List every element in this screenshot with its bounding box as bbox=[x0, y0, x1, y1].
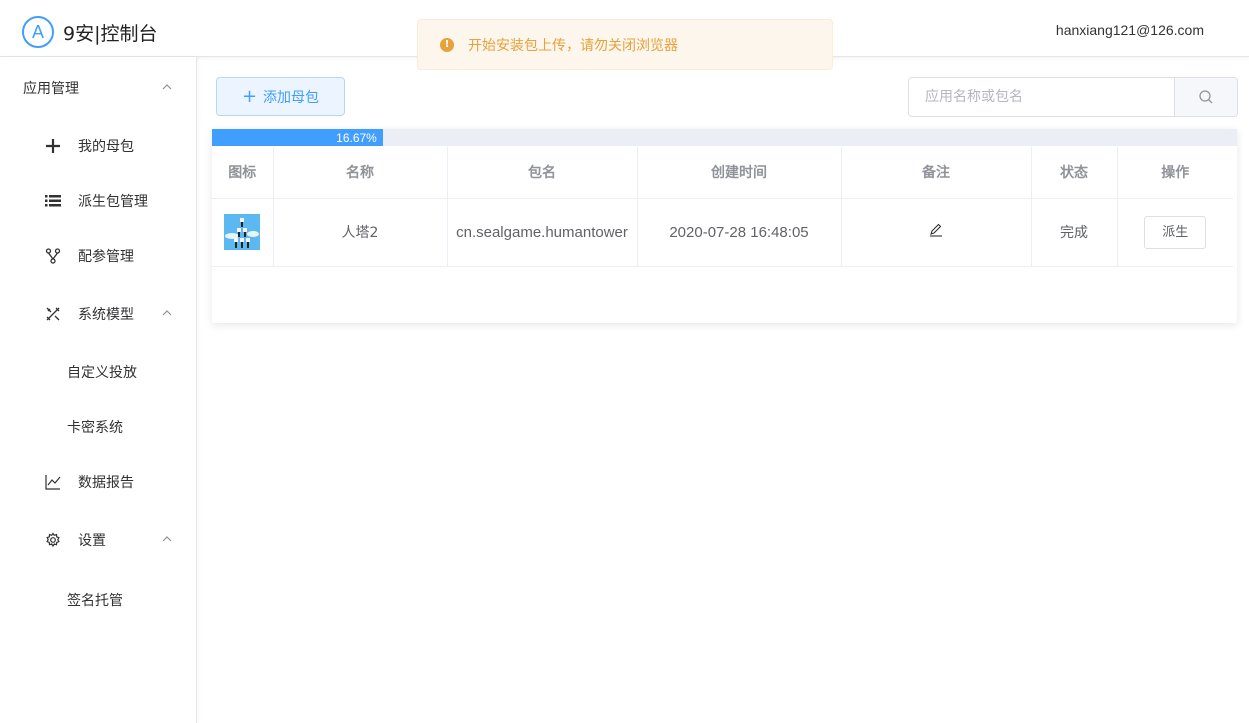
sidebar-item-my-packages[interactable]: 我的母包 bbox=[0, 121, 196, 171]
column-header-note: 备注 bbox=[841, 147, 1032, 199]
sidebar-item-label: 系统模型 bbox=[78, 307, 134, 323]
column-header-package: 包名 bbox=[447, 147, 638, 199]
cell-icon bbox=[212, 198, 274, 267]
sidebar-item-label: 派生包管理 bbox=[78, 194, 148, 210]
app-title: 9安|控制台 bbox=[63, 22, 158, 45]
sidebar-item-system-model[interactable]: 系统模型 bbox=[0, 289, 196, 339]
sidebar: 应用管理 我的母包 派生包管理 配参管理 系统模型 自定义投放 卡密系统 数据报… bbox=[0, 57, 197, 723]
sidebar-item-label: 数据报告 bbox=[78, 475, 134, 491]
sidebar-item-label: 应用管理 bbox=[23, 81, 79, 97]
column-header-created: 创建时间 bbox=[637, 147, 842, 199]
cell-created: 2020-07-28 16:48:05 bbox=[637, 198, 842, 267]
chevron-up-icon bbox=[162, 84, 172, 90]
cell-name: 人塔2 bbox=[273, 198, 448, 267]
search-icon bbox=[1199, 90, 1213, 104]
sidebar-item-label: 我的母包 bbox=[78, 139, 134, 155]
gear-icon bbox=[44, 531, 62, 549]
column-header-name: 名称 bbox=[273, 147, 448, 199]
chevron-up-icon bbox=[162, 536, 172, 542]
tools-icon bbox=[44, 305, 62, 323]
edit-icon[interactable] bbox=[929, 223, 943, 237]
plus-icon: + bbox=[241, 85, 258, 107]
table-row: 人塔2 cn.sealgame.humantower 2020-07-28 16… bbox=[212, 198, 1233, 267]
add-package-label: 添加母包 bbox=[263, 89, 320, 106]
sidebar-item-settings[interactable]: 设置 bbox=[0, 515, 196, 565]
search-button[interactable] bbox=[1174, 78, 1237, 116]
cell-note bbox=[841, 198, 1032, 267]
sidebar-item-custom-delivery[interactable]: 自定义投放 bbox=[0, 347, 196, 397]
chevron-up-icon bbox=[162, 310, 172, 316]
cell-action: 派生 bbox=[1117, 198, 1233, 267]
upload-toast: ! 开始安装包上传，请勿关闭浏览器 bbox=[417, 19, 833, 70]
sidebar-item-label: 配参管理 bbox=[78, 249, 134, 265]
warning-icon: ! bbox=[440, 37, 454, 52]
sidebar-item-label: 签名托管 bbox=[67, 593, 123, 609]
derive-button[interactable]: 派生 bbox=[1144, 215, 1207, 249]
table-header-row: 图标 名称 包名 创建时间 备注 状态 操作 bbox=[212, 147, 1233, 199]
sidebar-item-label: 自定义投放 bbox=[67, 365, 137, 381]
sidebar-item-config[interactable]: 配参管理 bbox=[0, 231, 196, 281]
sidebar-item-data-report[interactable]: 数据报告 bbox=[0, 457, 196, 507]
logo[interactable]: A 9安|控制台 bbox=[22, 16, 158, 48]
add-package-button[interactable]: + 添加母包 bbox=[216, 77, 345, 116]
cell-package: cn.sealgame.humantower bbox=[447, 198, 638, 267]
chart-line-icon bbox=[44, 473, 62, 491]
branch-icon bbox=[44, 247, 62, 265]
cell-status: 完成 bbox=[1031, 198, 1118, 267]
column-header-icon: 图标 bbox=[212, 147, 274, 199]
package-panel: 16.67% 图标 名称 包名 创建时间 备注 状态 操作 人塔2 cn.sea… bbox=[212, 129, 1237, 323]
upload-progress-bar: 16.67% bbox=[212, 129, 1237, 146]
upload-progress-fill: 16.67% bbox=[212, 129, 383, 146]
sidebar-item-card-system[interactable]: 卡密系统 bbox=[0, 402, 196, 452]
column-header-action: 操作 bbox=[1117, 147, 1233, 199]
column-header-status: 状态 bbox=[1031, 147, 1118, 199]
package-table: 图标 名称 包名 创建时间 备注 状态 操作 人塔2 cn.sealgame.h… bbox=[212, 147, 1233, 267]
sidebar-item-label: 卡密系统 bbox=[67, 420, 123, 436]
plus-icon bbox=[44, 137, 62, 155]
sidebar-item-signature-hosting[interactable]: 签名托管 bbox=[0, 575, 196, 625]
sidebar-item-derived-packages[interactable]: 派生包管理 bbox=[0, 176, 196, 226]
search-box bbox=[908, 77, 1238, 117]
upload-progress-label: 16.67% bbox=[336, 130, 377, 145]
search-input[interactable] bbox=[909, 78, 1175, 116]
list-icon bbox=[44, 192, 62, 210]
sidebar-item-label: 设置 bbox=[78, 533, 106, 549]
toast-message: 开始安装包上传，请勿关闭浏览器 bbox=[468, 37, 678, 54]
sidebar-group-app-management[interactable]: 应用管理 bbox=[0, 63, 196, 113]
app-icon-human-tower bbox=[224, 214, 261, 250]
logo-icon: A bbox=[22, 16, 54, 48]
user-email[interactable]: hanxiang121@126.com bbox=[1056, 22, 1204, 38]
